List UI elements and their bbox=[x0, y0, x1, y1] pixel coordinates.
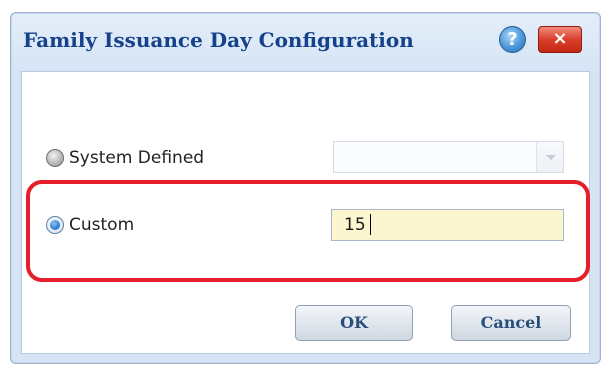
dialog-title: Family Issuance Day Configuration bbox=[23, 28, 414, 52]
system-defined-radio[interactable] bbox=[46, 149, 64, 167]
close-button[interactable]: × bbox=[538, 26, 582, 53]
dialog-body: System Defined Custom OK Cancel bbox=[21, 71, 590, 354]
configuration-dialog: Family Issuance Day Configuration ? × Sy… bbox=[10, 12, 601, 364]
custom-label[interactable]: Custom bbox=[69, 215, 134, 235]
system-defined-label[interactable]: System Defined bbox=[69, 148, 204, 168]
system-defined-combo[interactable] bbox=[333, 141, 564, 173]
close-icon: × bbox=[552, 28, 568, 49]
ok-button[interactable]: OK bbox=[295, 305, 413, 341]
text-caret bbox=[370, 214, 371, 235]
custom-radio[interactable] bbox=[46, 216, 64, 234]
help-icon[interactable]: ? bbox=[499, 26, 526, 53]
chevron-down-icon[interactable] bbox=[536, 142, 563, 172]
custom-day-input[interactable] bbox=[331, 209, 564, 241]
dialog-titlebar[interactable]: Family Issuance Day Configuration ? × bbox=[11, 13, 600, 71]
cancel-button[interactable]: Cancel bbox=[451, 305, 571, 341]
